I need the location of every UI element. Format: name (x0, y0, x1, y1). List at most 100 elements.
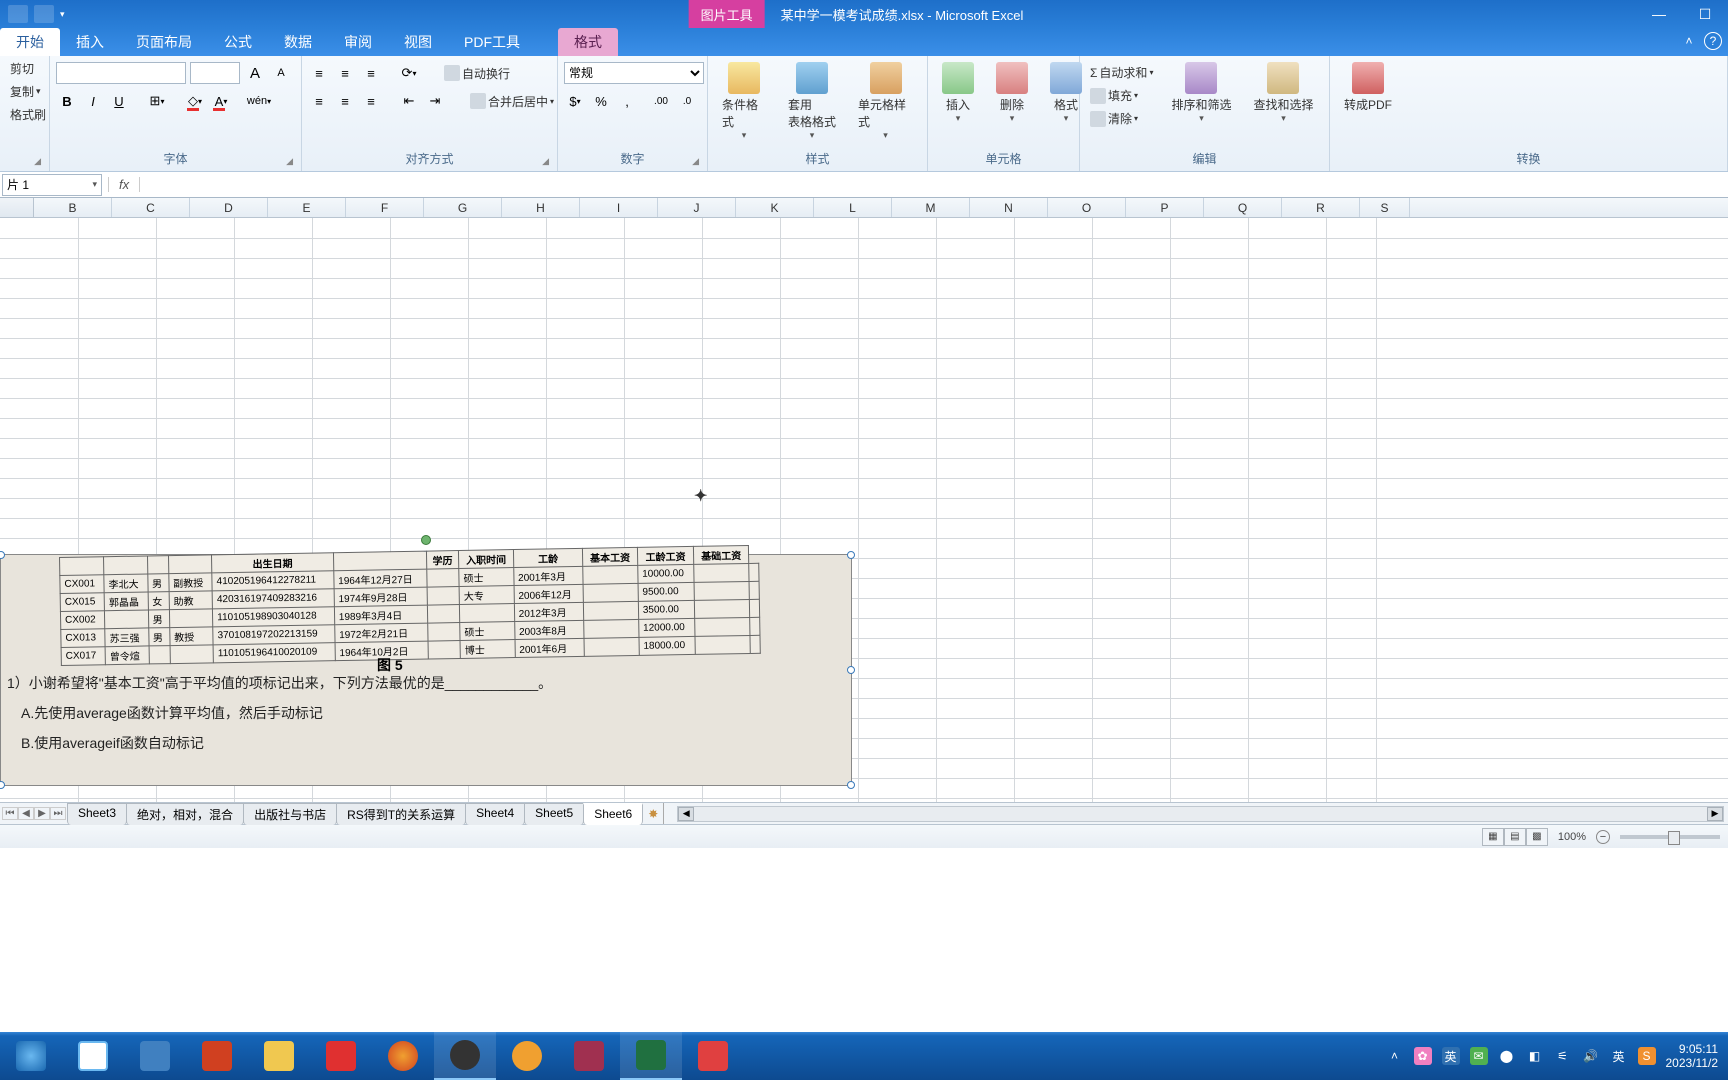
ribbon-minimize-icon[interactable]: ˄ (1680, 32, 1698, 50)
sheet-tab-出版社与书店[interactable]: 出版社与书店 (243, 803, 337, 825)
taskbar-powerpoint[interactable] (186, 1032, 248, 1080)
copy-button[interactable]: 复制▾ (6, 81, 50, 102)
col-header-L[interactable]: L (814, 198, 892, 217)
col-header-B[interactable]: B (34, 198, 112, 217)
col-header-M[interactable]: M (892, 198, 970, 217)
col-header-R[interactable]: R (1282, 198, 1360, 217)
convert-pdf-button[interactable]: 转成PDF (1336, 58, 1400, 117)
tab-insert[interactable]: 插入 (60, 28, 120, 56)
decrease-indent-button[interactable]: ⇤ (398, 90, 420, 112)
sheet-tab-Sheet3[interactable]: Sheet3 (67, 803, 127, 825)
sheet-tab-Sheet5[interactable]: Sheet5 (524, 803, 584, 825)
tray-ime3[interactable]: S (1638, 1047, 1656, 1065)
fill-button[interactable]: 填充▾ (1086, 85, 1157, 106)
horizontal-scrollbar[interactable]: ◀ ▶ (677, 806, 1724, 822)
qat-dropdown-icon[interactable]: ▾ (60, 9, 65, 20)
taskbar-app-red[interactable] (310, 1032, 372, 1080)
format-as-table-button[interactable]: 套用 表格格式▾ (780, 58, 844, 145)
rotation-handle[interactable] (421, 535, 431, 545)
sheet-tab-绝对，相对，混合[interactable]: 绝对，相对，混合 (126, 803, 244, 825)
sheet-tab-Sheet6[interactable]: Sheet6 (583, 803, 643, 825)
fx-icon[interactable]: fx (108, 177, 140, 192)
task-view-button[interactable] (62, 1032, 124, 1080)
fill-color-button[interactable]: ◇▾ (184, 90, 206, 112)
col-header-J[interactable]: J (658, 198, 736, 217)
normal-view-button[interactable]: ▦ (1482, 828, 1504, 846)
tray-up-icon[interactable]: ˄ (1386, 1047, 1404, 1065)
col-header-K[interactable]: K (736, 198, 814, 217)
grow-font-button[interactable]: A (244, 62, 266, 84)
col-header-E[interactable]: E (268, 198, 346, 217)
font-launcher-icon[interactable]: ◢ (286, 156, 293, 167)
font-color-button[interactable]: A▾ (210, 90, 232, 112)
decrease-decimal-button[interactable]: .0 (676, 90, 698, 112)
format-painter-button[interactable]: 格式刷 (6, 104, 50, 125)
col-header-N[interactable]: N (970, 198, 1048, 217)
zoom-level[interactable]: 100% (1558, 831, 1586, 843)
sheet-tab-RS得到T的关系运算[interactable]: RS得到T的关系运算 (336, 803, 466, 825)
wrap-text-button[interactable]: 自动换行 (440, 63, 514, 84)
resize-handle-se[interactable] (847, 781, 855, 789)
number-format-combo[interactable]: 常规 (564, 62, 704, 84)
start-button[interactable] (0, 1032, 62, 1080)
taskbar-qq[interactable] (434, 1032, 496, 1080)
taskbar-search[interactable] (496, 1032, 558, 1080)
taskbar-excel[interactable] (620, 1032, 682, 1080)
help-icon[interactable]: ? (1704, 32, 1722, 50)
taskbar-pdf[interactable] (682, 1032, 744, 1080)
clear-button[interactable]: 清除▾ (1086, 108, 1157, 129)
number-launcher-icon[interactable]: ◢ (692, 156, 699, 167)
col-header-F[interactable]: F (346, 198, 424, 217)
tab-review[interactable]: 审阅 (328, 28, 388, 56)
tray-clock[interactable]: 9:05:11 2023/11/2 (1666, 1042, 1719, 1071)
tab-view[interactable]: 视图 (388, 28, 448, 56)
align-right-button[interactable]: ≡ (360, 90, 382, 112)
phonetic-button[interactable]: wén▾ (248, 90, 270, 112)
zoom-slider[interactable] (1620, 835, 1720, 839)
col-header-S[interactable]: S (1360, 198, 1410, 217)
tab-pdf-tools[interactable]: PDF工具 (448, 28, 536, 56)
align-top-button[interactable]: ≡ (308, 62, 330, 84)
page-layout-view-button[interactable]: ▤ (1504, 828, 1526, 846)
tab-page-layout[interactable]: 页面布局 (120, 28, 208, 56)
minimize-button[interactable]: — (1636, 0, 1682, 28)
cell-styles-button[interactable]: 单元格样式▾ (850, 58, 921, 145)
shrink-font-button[interactable]: A (270, 62, 292, 84)
resize-handle-ne[interactable] (847, 551, 855, 559)
increase-indent-button[interactable]: ⇥ (424, 90, 446, 112)
select-all-corner[interactable] (0, 198, 34, 217)
underline-button[interactable]: U (108, 90, 130, 112)
worksheet-grid[interactable]: BCDEFGHIJKLMNOPQRS ✦ 出生日期学历入职时间工龄基本工资工龄工… (0, 198, 1728, 802)
col-header-O[interactable]: O (1048, 198, 1126, 217)
increase-decimal-button[interactable]: .00 (650, 90, 672, 112)
page-break-view-button[interactable]: ▩ (1526, 828, 1548, 846)
taskbar-app-1[interactable] (124, 1032, 186, 1080)
scroll-left-button[interactable]: ◀ (678, 807, 694, 821)
italic-button[interactable]: I (82, 90, 104, 112)
font-family-combo[interactable] (56, 62, 186, 84)
bold-button[interactable]: B (56, 90, 78, 112)
resize-handle-nw[interactable] (0, 551, 5, 559)
taskbar-firefox[interactable] (372, 1032, 434, 1080)
col-header-H[interactable]: H (502, 198, 580, 217)
tab-home[interactable]: 开始 (0, 28, 60, 56)
tray-volume-icon[interactable]: 🔊 (1582, 1047, 1600, 1065)
formula-input[interactable] (144, 174, 1728, 196)
zoom-out-button[interactable]: − (1596, 830, 1610, 844)
col-header-G[interactable]: G (424, 198, 502, 217)
delete-cells-button[interactable]: 删除▾ (988, 58, 1036, 128)
tray-ime2[interactable]: 英 (1610, 1047, 1628, 1065)
tray-wechat-icon[interactable]: ✉ (1470, 1047, 1488, 1065)
tray-ime1[interactable]: 英 (1442, 1047, 1460, 1065)
tray-flower-icon[interactable]: ✿ (1414, 1047, 1432, 1065)
col-header-D[interactable]: D (190, 198, 268, 217)
align-bottom-button[interactable]: ≡ (360, 62, 382, 84)
qat-undo-icon[interactable] (34, 5, 54, 23)
font-size-combo[interactable] (190, 62, 240, 84)
comma-button[interactable]: , (616, 90, 638, 112)
insert-sheet-button[interactable]: ✸ (643, 807, 663, 821)
col-header-P[interactable]: P (1126, 198, 1204, 217)
sheet-tab-Sheet4[interactable]: Sheet4 (465, 803, 525, 825)
tray-security-icon[interactable]: ⬤ (1498, 1047, 1516, 1065)
align-center-button[interactable]: ≡ (334, 90, 356, 112)
